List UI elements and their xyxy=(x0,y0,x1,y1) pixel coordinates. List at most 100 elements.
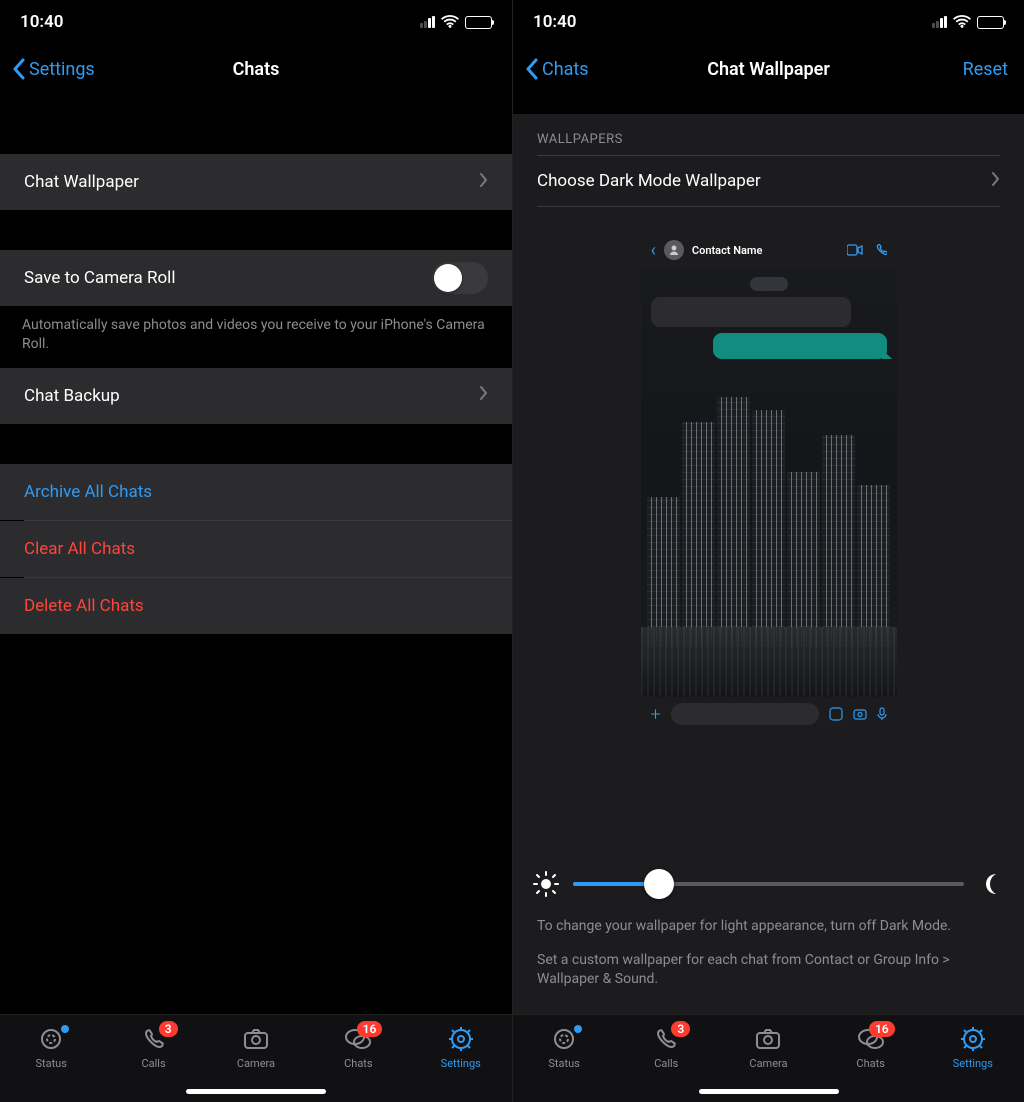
video-icon xyxy=(847,244,863,256)
row-label: Choose Dark Mode Wallpaper xyxy=(537,171,761,191)
signal-icon xyxy=(932,16,947,28)
save-camera-roll-row[interactable]: Save to Camera Roll xyxy=(0,250,512,306)
chevron-left-icon: ‹ xyxy=(651,240,656,261)
chats-settings-screen: 10:40 Settings Chats Chat Wallpaper Save… xyxy=(0,0,512,1102)
row-label: Save to Camera Roll xyxy=(24,268,175,288)
avatar-icon xyxy=(664,240,684,260)
badge-calls: 3 xyxy=(671,1021,690,1037)
tab-calls[interactable]: 3 Calls xyxy=(114,1025,194,1070)
wifi-icon xyxy=(953,15,971,29)
gear-icon xyxy=(958,1025,988,1053)
archive-all-chats-button[interactable]: Archive All Chats xyxy=(0,464,512,520)
brightness-slider-row xyxy=(513,855,1024,907)
status-bar: 10:40 xyxy=(0,0,512,44)
status-bar: 10:40 xyxy=(513,0,1024,44)
city-background xyxy=(641,397,897,647)
camera-icon xyxy=(241,1025,271,1053)
delete-all-chats-button[interactable]: Delete All Chats xyxy=(0,578,512,634)
mic-icon xyxy=(877,707,887,721)
tab-calls[interactable]: 3 Calls xyxy=(626,1025,706,1070)
preview-input-bar: + xyxy=(641,697,897,731)
home-indicator xyxy=(186,1089,326,1094)
tab-settings[interactable]: Settings xyxy=(421,1025,501,1070)
row-label: Delete All Chats xyxy=(24,596,144,616)
battery-icon xyxy=(977,16,1004,29)
desc-line-1: To change your wallpaper for light appea… xyxy=(537,917,1000,937)
chevron-left-icon xyxy=(12,58,25,80)
moon-icon xyxy=(978,871,1004,897)
status-time: 10:40 xyxy=(533,12,576,32)
chevron-left-icon xyxy=(525,58,538,80)
battery-icon xyxy=(465,16,492,29)
signal-icon xyxy=(420,16,435,28)
desc-line-2: Set a custom wallpaper for each chat fro… xyxy=(537,951,1000,990)
preview-text-input xyxy=(671,703,819,725)
row-label: Clear All Chats xyxy=(24,539,135,559)
chat-wallpaper-row[interactable]: Chat Wallpaper xyxy=(0,154,512,210)
page-title: Chats xyxy=(233,59,280,80)
settings-list: Chat Wallpaper Save to Camera Roll Autom… xyxy=(0,94,512,1014)
row-label: Chat Backup xyxy=(24,386,120,406)
tab-label: Chats xyxy=(856,1057,884,1070)
tab-settings[interactable]: Settings xyxy=(933,1025,1013,1070)
back-label: Settings xyxy=(29,59,95,80)
tab-camera[interactable]: Camera xyxy=(728,1025,808,1070)
back-button[interactable]: Chats xyxy=(525,58,589,80)
status-dot-icon xyxy=(574,1025,582,1033)
sticker-icon xyxy=(829,707,843,721)
choose-wallpaper-row[interactable]: Choose Dark Mode Wallpaper xyxy=(513,156,1024,206)
slider-knob[interactable] xyxy=(644,869,674,899)
tab-chats[interactable]: 16 Chats xyxy=(831,1025,911,1070)
tab-label: Status xyxy=(548,1057,579,1070)
status-time: 10:40 xyxy=(20,12,63,32)
back-button[interactable]: Settings xyxy=(12,58,95,80)
phone-icon xyxy=(875,244,887,256)
tab-chats[interactable]: 16 Chats xyxy=(318,1025,398,1070)
plus-icon: + xyxy=(651,704,661,725)
nav-bar: Settings Chats xyxy=(0,44,512,94)
tab-label: Settings xyxy=(953,1057,993,1070)
chat-wallpaper-screen: 10:40 Chats Chat Wallpaper Reset WALLPAP… xyxy=(512,0,1024,1102)
page-title: Chat Wallpaper xyxy=(707,59,830,80)
brightness-slider[interactable] xyxy=(573,882,964,886)
status-dot-icon xyxy=(61,1025,69,1033)
tab-label: Status xyxy=(35,1057,66,1070)
row-label: Chat Wallpaper xyxy=(24,172,139,192)
reset-button[interactable]: Reset xyxy=(963,59,1008,80)
camera-icon xyxy=(853,707,867,721)
wifi-icon xyxy=(441,15,459,29)
preview-header: ‹ Contact Name xyxy=(641,233,897,267)
sun-icon xyxy=(533,871,559,897)
save-camera-desc: Automatically save photos and videos you… xyxy=(0,306,512,368)
nav-bar: Chats Chat Wallpaper Reset xyxy=(513,44,1024,94)
toggle-switch[interactable] xyxy=(432,262,488,294)
section-header-wallpapers: WALLPAPERS xyxy=(513,114,1024,155)
chat-preview: ‹ Contact Name xyxy=(641,233,897,731)
tab-label: Calls xyxy=(654,1057,678,1070)
tab-status[interactable]: Status xyxy=(11,1025,91,1070)
status-icons xyxy=(420,15,492,29)
badge-calls: 3 xyxy=(159,1021,178,1037)
preview-body xyxy=(641,267,897,697)
camera-icon xyxy=(753,1025,783,1053)
wallpaper-preview-wrap: ‹ Contact Name xyxy=(513,207,1024,855)
chat-backup-row[interactable]: Chat Backup xyxy=(0,368,512,424)
clear-all-chats-button[interactable]: Clear All Chats xyxy=(0,521,512,577)
preview-outgoing-bubble xyxy=(713,333,887,359)
status-icons xyxy=(932,15,1004,29)
wallpaper-description: To change your wallpaper for light appea… xyxy=(513,907,1024,1014)
chevron-right-icon xyxy=(479,172,488,193)
wallpaper-content: WALLPAPERS Choose Dark Mode Wallpaper ‹ … xyxy=(513,94,1024,1014)
tab-label: Calls xyxy=(141,1057,165,1070)
badge-chats: 16 xyxy=(869,1021,895,1037)
tab-label: Chats xyxy=(344,1057,372,1070)
tab-label: Camera xyxy=(749,1057,787,1070)
back-label: Chats xyxy=(542,59,589,80)
tab-camera[interactable]: Camera xyxy=(216,1025,296,1070)
chevron-right-icon xyxy=(479,385,488,406)
tab-status[interactable]: Status xyxy=(524,1025,604,1070)
tab-label: Settings xyxy=(441,1057,481,1070)
tab-label: Camera xyxy=(237,1057,275,1070)
row-label: Archive All Chats xyxy=(24,482,152,502)
preview-incoming-bubble xyxy=(651,297,851,327)
